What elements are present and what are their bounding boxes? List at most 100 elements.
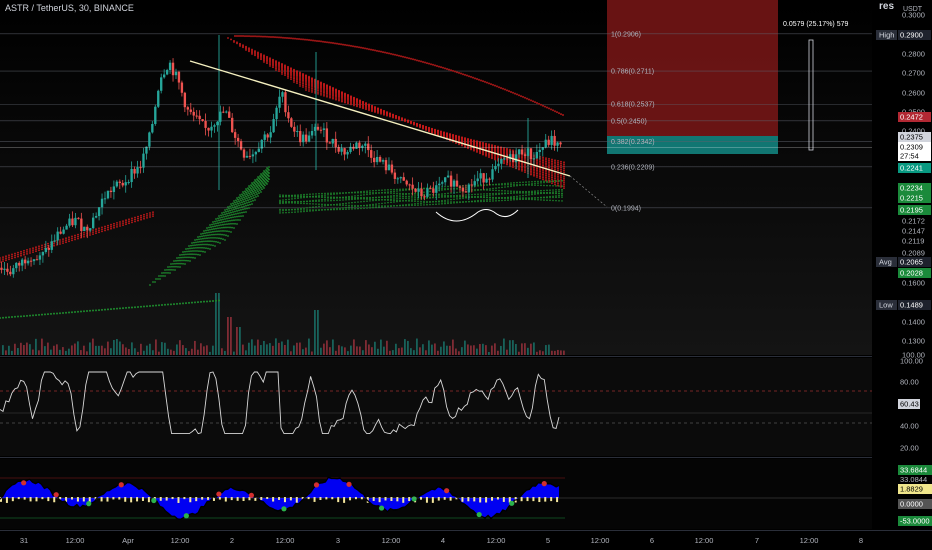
ribbon-dot	[441, 193, 443, 195]
volume-bar	[146, 345, 148, 355]
ribbon-dot	[294, 202, 296, 204]
ribbon-dot	[26, 249, 28, 251]
ribbon-dot	[183, 253, 185, 256]
ribbon-dot	[239, 194, 241, 196]
ribbon-dot	[375, 206, 377, 209]
ribbon-dot	[323, 94, 325, 97]
ribbon-dot	[240, 209, 242, 211]
ribbon-dot	[249, 203, 251, 206]
ribbon-dot	[224, 239, 226, 241]
ribbon-dot	[480, 199, 482, 202]
ribbon-dot	[26, 314, 28, 317]
ribbon-dot	[458, 135, 460, 138]
time-label: 4	[441, 536, 445, 545]
price-badge-value: 0.2309	[900, 143, 923, 152]
ribbon-dot	[243, 205, 245, 208]
ribbon-dot	[351, 208, 353, 210]
volume-bar	[512, 340, 514, 355]
volume-bar	[542, 351, 544, 355]
volume-bar	[536, 351, 538, 355]
volume-bar	[485, 345, 487, 355]
ribbon-dot	[360, 194, 362, 196]
volume-bar	[473, 345, 475, 355]
ribbon-dot	[410, 57, 412, 60]
volume-bar	[392, 350, 394, 355]
ribbon-dot	[246, 201, 248, 204]
osc-histogram-bar	[141, 497, 144, 501]
ribbon-dot	[107, 228, 109, 231]
ribbon-dot	[292, 37, 294, 40]
ribbon-dot	[303, 202, 305, 205]
ribbon-dot	[306, 200, 308, 202]
ribbon-dot	[320, 93, 322, 96]
ribbon-dot	[215, 227, 217, 230]
ribbon-dot	[390, 201, 392, 204]
currency-label[interactable]: USDT	[903, 6, 923, 13]
ribbon-dot	[68, 238, 70, 241]
ribbon-dot	[330, 41, 332, 44]
ribbon-dot	[216, 230, 218, 233]
ribbon-dot	[456, 194, 458, 197]
rsi-tick: 100.00	[900, 357, 923, 366]
volume-bar	[494, 343, 496, 355]
ribbon-dot	[554, 110, 556, 113]
ribbon-dot	[134, 306, 136, 309]
ribbon-dot	[563, 171, 565, 174]
candle-body	[529, 148, 533, 160]
ribbon-dot	[189, 260, 191, 262]
ribbon-dot	[330, 204, 332, 206]
candle-body	[435, 185, 438, 193]
osc-histogram-bar	[473, 497, 476, 502]
ribbon-dot	[548, 164, 550, 167]
ribbon-dot	[536, 169, 538, 172]
ribbon-dot	[179, 302, 181, 305]
trading-chart[interactable]: 1(0.2906)0.786(0.2711)0.618(0.2537)0.5(0…	[0, 0, 932, 550]
ribbon-dot	[560, 164, 562, 167]
candle-body	[21, 259, 24, 266]
ribbon-dot	[378, 192, 380, 194]
ribbon-dot	[396, 188, 398, 191]
ribbon-dot	[302, 82, 304, 85]
ribbon-dot	[247, 199, 249, 202]
ribbon-dot	[309, 200, 311, 202]
candle-body	[372, 157, 376, 163]
ribbon-dot	[41, 313, 43, 316]
ribbon-dot	[234, 205, 236, 208]
candle-body	[216, 121, 219, 126]
ribbon-dot	[387, 205, 389, 208]
symbol-title[interactable]: ASTR / TetherUS, 30, BINANCE	[5, 3, 134, 13]
volume-bar	[422, 344, 424, 355]
ribbon-dot	[372, 205, 374, 207]
ribbon-dot	[510, 190, 512, 192]
ribbon-dot	[298, 38, 300, 41]
ribbon-dot	[480, 193, 482, 195]
ribbon-dot	[436, 64, 438, 67]
volume-bar	[479, 344, 481, 355]
ribbon-dot	[444, 67, 446, 70]
ribbon-dot	[430, 63, 432, 66]
ribbon-dot	[38, 247, 40, 250]
ribbon-dot	[173, 265, 175, 268]
ribbon-dot	[551, 163, 553, 166]
ribbon-dot	[245, 199, 247, 202]
long-position-zones[interactable]	[607, 0, 778, 154]
ribbon-dot	[268, 172, 270, 174]
volume-bar	[185, 348, 187, 355]
ribbon-dot	[8, 256, 10, 259]
candle-body	[559, 142, 562, 145]
ribbon-dot	[495, 187, 497, 189]
ribbon-dot	[459, 201, 461, 204]
volume-bar	[302, 349, 304, 355]
ribbon-dot	[207, 247, 209, 250]
candle-body	[500, 159, 503, 164]
volume-bar	[446, 345, 448, 355]
ribbon-dot	[315, 203, 317, 205]
ribbon-dot	[206, 227, 208, 229]
ribbon-dot	[246, 189, 248, 192]
ribbon-dot	[219, 227, 221, 229]
osc-histogram-bar	[526, 497, 529, 502]
ribbon-dot	[113, 226, 115, 229]
ribbon-dot	[257, 190, 259, 193]
ribbon-dot	[406, 56, 408, 59]
ribbon-dot	[152, 215, 154, 218]
